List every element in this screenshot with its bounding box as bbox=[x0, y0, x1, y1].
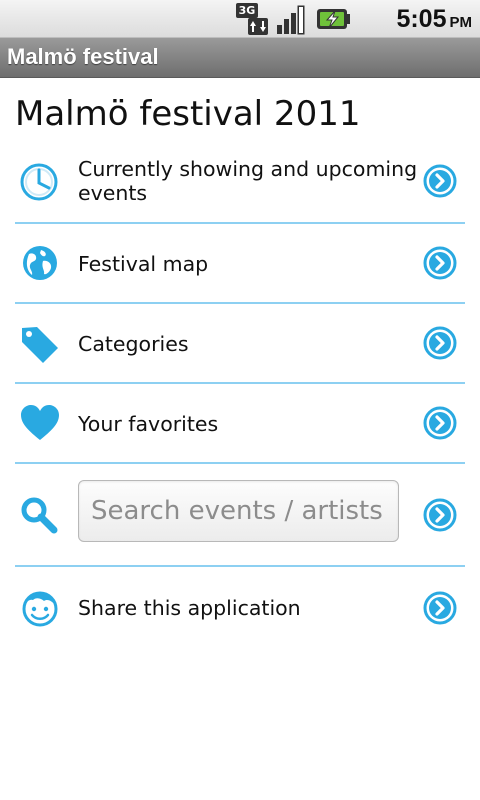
chevron-right-circle-icon[interactable] bbox=[423, 246, 457, 280]
menu-item-festival-map[interactable]: Festival map bbox=[15, 224, 465, 302]
network-label: 3G bbox=[236, 3, 258, 18]
search-input[interactable] bbox=[78, 480, 399, 542]
menu-item-categories[interactable]: Categories bbox=[15, 304, 465, 382]
heart-icon bbox=[19, 402, 61, 444]
status-icons: 3G bbox=[236, 3, 350, 35]
time-ampm: PM bbox=[449, 14, 473, 31]
app-title: Malmö festival bbox=[7, 44, 159, 69]
menu-item-current-events[interactable]: Currently showing and upcoming events bbox=[15, 150, 465, 222]
menu-label-share: Share this application bbox=[78, 596, 301, 620]
app-title-bar: Malmö festival bbox=[0, 38, 480, 78]
smiley-icon bbox=[19, 587, 61, 629]
battery-charging-icon bbox=[316, 3, 350, 35]
signal-strength-icon bbox=[276, 3, 308, 35]
tag-icon bbox=[19, 323, 61, 365]
menu-item-favorites[interactable]: Your favorites bbox=[15, 384, 465, 462]
time-value: 5:05 bbox=[396, 5, 447, 33]
page-title: Malmö festival 2011 bbox=[15, 94, 361, 134]
menu-label-current-events: Currently showing and upcoming events bbox=[78, 157, 418, 205]
chevron-right-circle-icon[interactable] bbox=[423, 406, 457, 440]
menu-label-categories: Categories bbox=[78, 332, 189, 356]
chevron-right-circle-icon[interactable] bbox=[423, 498, 457, 532]
chevron-right-circle-icon[interactable] bbox=[423, 326, 457, 360]
network-3g-icon: 3G bbox=[236, 3, 268, 35]
menu-label-festival-map: Festival map bbox=[78, 252, 209, 276]
chevron-right-circle-icon[interactable] bbox=[423, 164, 457, 198]
menu-label-favorites: Your favorites bbox=[78, 412, 219, 436]
clock-icon bbox=[19, 161, 61, 203]
globe-icon bbox=[19, 242, 61, 284]
menu-item-share[interactable]: Share this application bbox=[15, 567, 465, 649]
status-bar: 3G 5:05 PM bbox=[0, 0, 480, 38]
search-icon bbox=[19, 495, 61, 537]
chevron-right-circle-icon[interactable] bbox=[423, 591, 457, 625]
status-time: 5:05 PM bbox=[396, 4, 472, 38]
